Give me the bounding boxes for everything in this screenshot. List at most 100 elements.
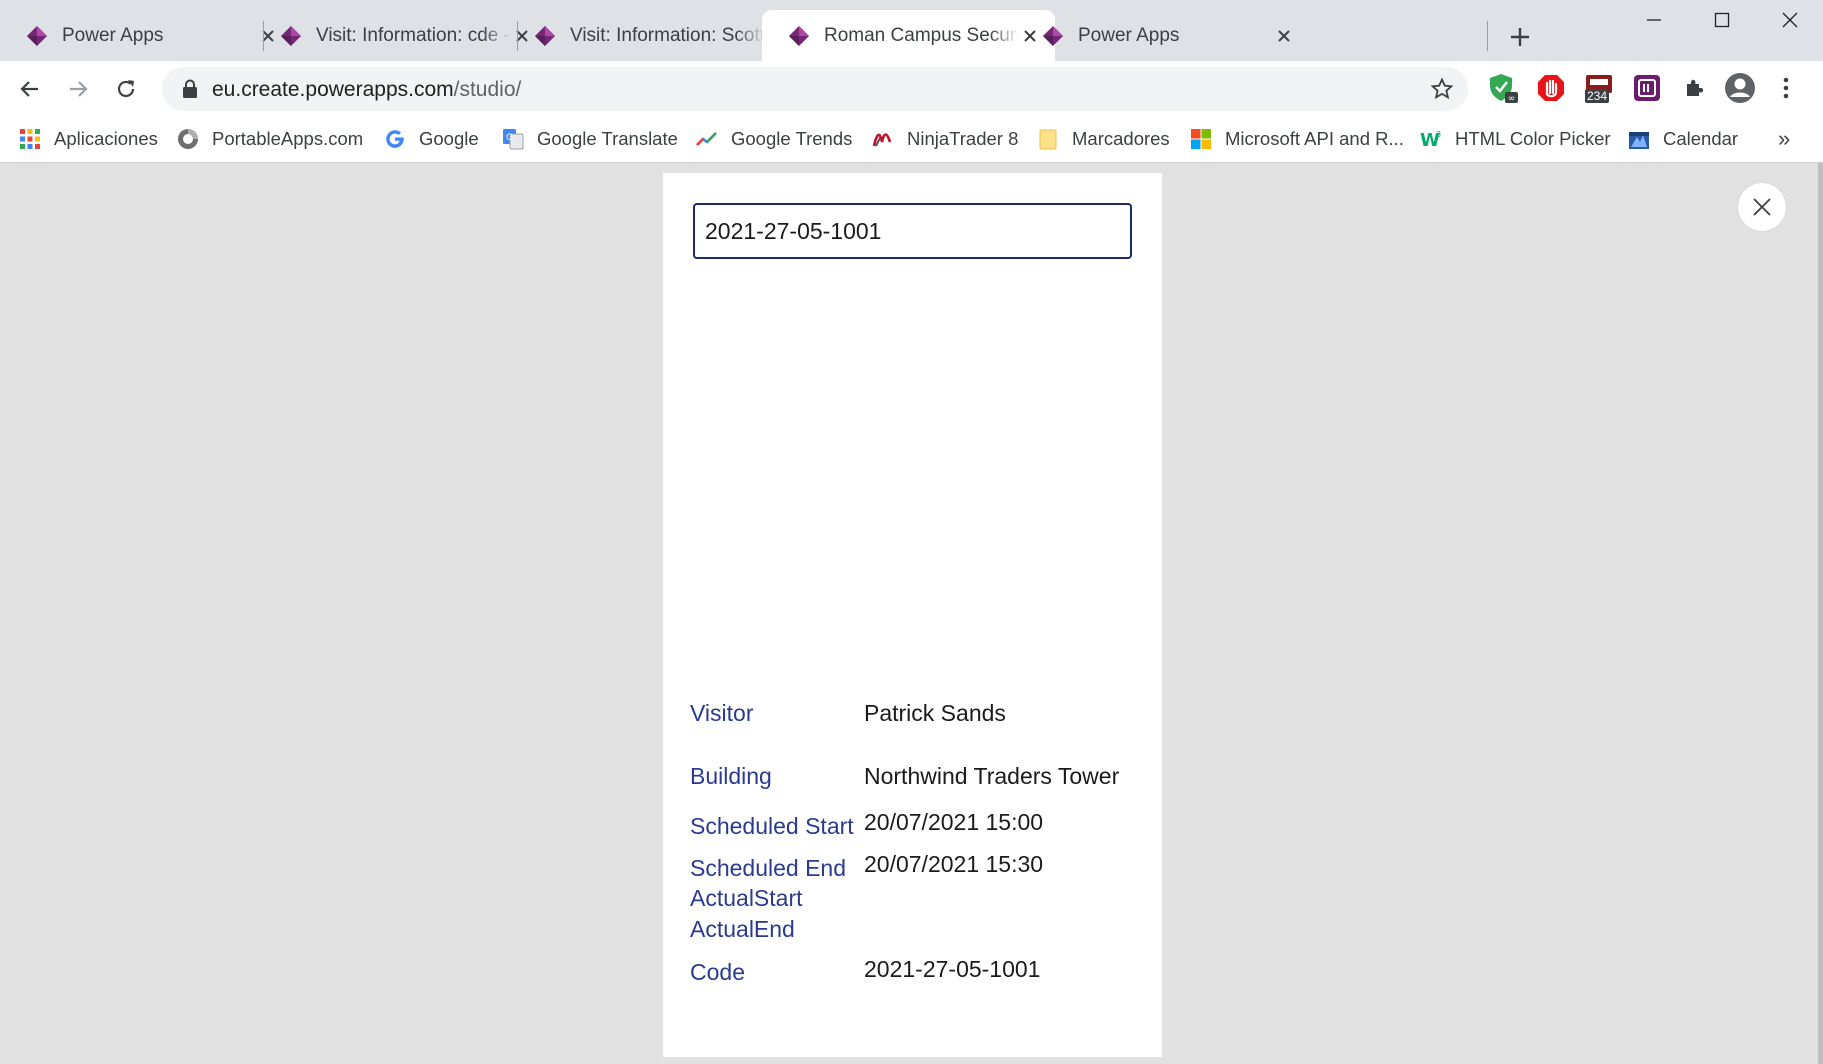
calendar-icon <box>1629 132 1649 149</box>
bookmark-label: Microsoft API and R... <box>1225 128 1404 149</box>
bookmark-label: Google <box>419 128 479 149</box>
actual-end-label: ActualEnd <box>690 916 795 942</box>
building-value: Northwind Traders Tower <box>864 763 1120 789</box>
maximize-icon <box>1714 12 1730 28</box>
extension-badge-count: 234 <box>1585 89 1610 103</box>
tab-strip: Power Apps Visit: Information: cde - Vis… <box>0 0 1823 61</box>
visitor-value: Patrick Sands <box>864 700 1006 726</box>
powerapps-icon <box>27 25 47 46</box>
browser-tab[interactable]: Visit: Information: cde - <box>254 10 547 61</box>
browser-tab[interactable]: Power Apps <box>1016 10 1309 61</box>
app-screen: Visitor Patrick Sands Building Northwind… <box>663 173 1162 1057</box>
extension-badge-button[interactable]: 234 <box>1583 72 1615 104</box>
code-value: 2021-27-05-1001 <box>864 956 1041 982</box>
extension-app-button[interactable] <box>1631 72 1663 104</box>
extension-shield-button[interactable]: ∞ <box>1487 72 1519 104</box>
window-close-button[interactable] <box>1756 0 1823 40</box>
browser-tab-active[interactable]: Roman Campus Security <box>762 10 1055 61</box>
microsoft-icon <box>1191 129 1211 149</box>
powerapps-icon <box>1043 25 1063 46</box>
powerapps-icon <box>789 25 809 46</box>
folder-icon <box>1039 129 1057 150</box>
bookmark-label: PortableApps.com <box>212 128 364 149</box>
address-bar[interactable]: eu.create.powerapps.com/studio/ <box>162 67 1468 111</box>
url-host: eu.create.powerapps.com <box>212 78 454 101</box>
reload-icon <box>117 80 135 98</box>
portableapps-icon <box>178 129 198 149</box>
powerapps-icon <box>281 25 301 46</box>
bookmark-item[interactable]: Microsoft API and R... <box>1190 126 1404 152</box>
puzzle-icon <box>1687 79 1704 96</box>
tab-close-icon[interactable] <box>1273 25 1295 47</box>
extension-adblock-button[interactable] <box>1535 72 1567 104</box>
shield-infinity-icon: ∞ <box>1490 74 1518 104</box>
studio-canvas: Visitor Patrick Sands Building Northwind… <box>0 163 1823 1064</box>
hand-stop-icon <box>1538 75 1564 101</box>
tab-title: Power Apps <box>62 24 164 46</box>
lock-icon <box>183 79 197 98</box>
tab-separator <box>1487 21 1488 51</box>
reload-button[interactable] <box>108 71 144 107</box>
scheduled-start-value: 20/07/2021 15:00 <box>864 809 1044 835</box>
bookmark-item[interactable]: PortableApps.com <box>177 126 363 152</box>
svg-text:3: 3 <box>1436 130 1441 139</box>
back-button[interactable] <box>12 71 48 107</box>
tab-title: Visit: Information: cde - <box>316 24 510 46</box>
forward-arrow-icon <box>70 81 88 97</box>
google-translate-icon: G <box>503 129 524 150</box>
forward-button[interactable] <box>60 71 96 107</box>
scheduled-start-label: Scheduled Start <box>690 813 854 839</box>
svg-text:∞: ∞ <box>1508 94 1516 104</box>
tab-title: Roman Campus Security <box>824 24 1019 46</box>
bookmarks-overflow-button[interactable]: » <box>1778 126 1790 152</box>
scheduled-end-label: Scheduled End <box>690 855 847 881</box>
bookmark-item[interactable]: Calendar <box>1628 126 1738 152</box>
browser-toolbar: eu.create.powerapps.com/studio/ ∞ 234 <box>0 61 1823 116</box>
powerapps-icon <box>535 25 555 46</box>
code-label: Code <box>690 959 745 985</box>
browser-tab[interactable]: Visit: Information: Scott K <box>508 10 801 61</box>
bookmark-label: NinjaTrader 8 <box>907 128 1019 149</box>
bookmarks-bar: Aplicaciones PortableApps.com Google G G… <box>0 116 1823 163</box>
browser-menu-button[interactable] <box>1770 72 1802 104</box>
bookmark-label: Calendar <box>1663 128 1739 149</box>
kebab-menu-icon <box>1783 77 1789 99</box>
new-tab-button[interactable] <box>1502 19 1538 55</box>
bookmark-item[interactable]: Google <box>384 126 479 152</box>
minimize-button[interactable] <box>1620 0 1688 40</box>
profile-button[interactable] <box>1724 72 1756 104</box>
url-path: /studio/ <box>453 78 522 101</box>
bookmark-folder[interactable]: Marcadores <box>1037 126 1170 152</box>
window-edge <box>1818 163 1823 1064</box>
bookmark-item[interactable]: Aplicaciones <box>19 126 158 152</box>
google-icon <box>386 130 404 148</box>
tab-title: Power Apps <box>1078 24 1180 46</box>
tab-title: Visit: Information: Scott K <box>570 24 765 46</box>
bookmark-label: Google Trends <box>731 128 853 149</box>
close-icon <box>1753 198 1771 216</box>
bookmark-label: Marcadores <box>1072 128 1170 149</box>
close-icon <box>1782 12 1798 28</box>
google-trends-icon <box>696 132 717 146</box>
visit-code-search-input[interactable] <box>693 203 1132 259</box>
w3schools-icon: W3 <box>1420 130 1441 150</box>
scheduled-end-value: 20/07/2021 15:30 <box>864 851 1044 877</box>
extension-app-icon <box>1634 75 1660 101</box>
back-arrow-icon <box>20 81 38 97</box>
bookmark-star-icon[interactable] <box>1430 77 1454 101</box>
url-text[interactable]: eu.create.powerapps.com/studio/ <box>212 78 521 102</box>
extensions-menu-button[interactable] <box>1679 72 1711 104</box>
bookmark-label: HTML Color Picker <box>1455 128 1611 149</box>
close-preview-button[interactable] <box>1738 183 1786 231</box>
maximize-button[interactable] <box>1688 0 1756 40</box>
apps-grid-icon <box>20 129 40 149</box>
bookmark-item[interactable]: G Google Translate <box>502 126 678 152</box>
minimize-icon <box>1647 19 1661 21</box>
bookmark-item[interactable]: W3 HTML Color Picker <box>1420 126 1611 152</box>
bookmark-item[interactable]: Google Trends <box>696 126 852 152</box>
bookmark-item[interactable]: NinjaTrader 8 <box>872 126 1018 152</box>
browser-tab[interactable]: Power Apps <box>0 10 293 61</box>
ninjatrader-icon <box>872 133 892 147</box>
bookmark-label: Aplicaciones <box>54 128 158 149</box>
actual-start-label: ActualStart <box>690 885 803 911</box>
